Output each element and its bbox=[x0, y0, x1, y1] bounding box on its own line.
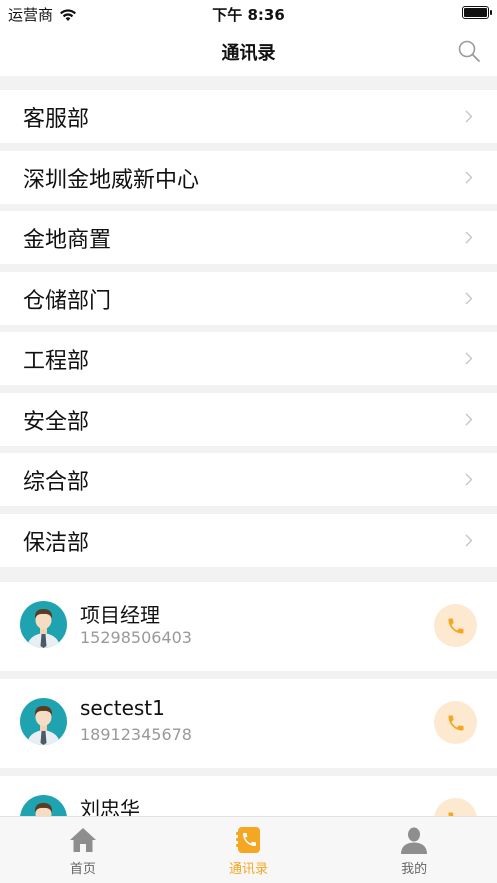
department-label: 客服部 bbox=[23, 107, 90, 132]
department-item[interactable]: 金地商置 bbox=[0, 211, 497, 264]
department-item[interactable]: 客服部 bbox=[0, 90, 497, 143]
department-item[interactable]: 工程部 bbox=[0, 332, 497, 385]
status-time: 下午 8:36 bbox=[212, 6, 285, 24]
contact-name: sectest1 bbox=[80, 696, 165, 720]
department-label: 仓储部门 bbox=[23, 288, 112, 314]
profile-icon bbox=[401, 827, 428, 854]
contact-name: 项目经理 bbox=[80, 603, 160, 627]
contact-item[interactable]: sectest1 18912345678 bbox=[0, 679, 497, 768]
department-label: 工程部 bbox=[23, 349, 90, 374]
chevron-right-icon bbox=[465, 534, 473, 546]
department-list: 客服部 深圳金地威新中心 金地商置 仓储部门 工程部 安全部 综合部 保洁部 bbox=[0, 90, 497, 574]
tab-profile[interactable]: 我的 bbox=[331, 817, 497, 883]
tab-label: 首页 bbox=[69, 862, 96, 877]
page-title: 通讯录 bbox=[221, 43, 276, 64]
chevron-right-icon bbox=[465, 292, 473, 304]
status-bar: 运营商 下午 8:36 bbox=[0, 0, 497, 26]
phone-icon bbox=[448, 618, 463, 633]
department-label: 综合部 bbox=[23, 470, 90, 495]
department-label: 安全部 bbox=[23, 409, 90, 435]
chevron-right-icon bbox=[465, 352, 473, 365]
contacts-icon bbox=[235, 827, 260, 853]
call-button[interactable] bbox=[434, 701, 477, 744]
tab-home[interactable]: 首页 bbox=[0, 817, 166, 883]
tab-bar: 首页 通讯录 我的 bbox=[0, 816, 497, 883]
department-label: 金地商置 bbox=[23, 228, 112, 253]
tab-label: 我的 bbox=[401, 862, 428, 877]
chevron-right-icon bbox=[465, 473, 473, 486]
department-item[interactable]: 深圳金地威新中心 bbox=[0, 150, 497, 204]
home-icon bbox=[69, 828, 96, 852]
chevron-right-icon bbox=[465, 231, 473, 244]
call-button[interactable] bbox=[434, 604, 477, 647]
tab-contacts[interactable]: 通讯录 bbox=[166, 817, 332, 883]
nav-bar: 通讯录 bbox=[0, 26, 497, 76]
contact-phone: 18912345678 bbox=[80, 725, 192, 744]
contact-phone: 15298506403 bbox=[80, 628, 192, 647]
search-icon[interactable] bbox=[457, 39, 481, 63]
avatar bbox=[20, 698, 67, 745]
chevron-right-icon bbox=[465, 110, 473, 123]
battery-icon bbox=[462, 6, 492, 19]
department-item[interactable]: 保洁部 bbox=[0, 513, 497, 567]
tab-label: 通讯录 bbox=[229, 862, 269, 877]
department-label: 保洁部 bbox=[23, 530, 90, 556]
chevron-right-icon bbox=[465, 171, 473, 183]
department-item[interactable]: 仓储部门 bbox=[0, 271, 497, 325]
chevron-right-icon bbox=[465, 413, 473, 425]
phone-icon bbox=[448, 715, 463, 730]
contact-item[interactable]: 项目经理 15298506403 bbox=[0, 582, 497, 671]
avatar bbox=[20, 601, 67, 648]
department-item[interactable]: 安全部 bbox=[0, 392, 497, 446]
department-label: 深圳金地威新中心 bbox=[23, 167, 200, 193]
department-item[interactable]: 综合部 bbox=[0, 453, 497, 506]
